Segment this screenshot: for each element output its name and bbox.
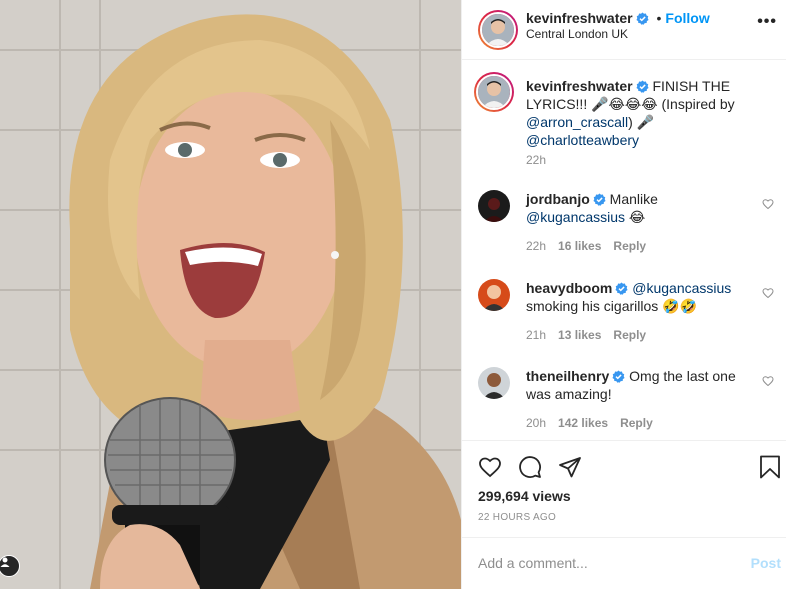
user-tag-icon [0, 557, 10, 567]
caption-text: kevinfreshwater FINISH THE LYRICS!!! 🎤😂😂… [526, 77, 758, 149]
caption-avatar[interactable] [474, 72, 514, 112]
avatar-image [478, 190, 510, 222]
post-timestamp[interactable]: 22 HOURS AGO [478, 512, 556, 523]
comment-likes[interactable]: 13 likes [558, 328, 601, 342]
comment-likes[interactable]: 16 likes [558, 239, 601, 253]
verified-badge-icon [636, 80, 649, 93]
avatar-image [478, 367, 510, 399]
author-avatar[interactable] [478, 10, 518, 50]
comment-like-heart-icon[interactable] [762, 375, 774, 387]
separator-dot: • [656, 10, 662, 26]
caption-body-2: ) 🎤 [628, 114, 655, 130]
comment-item: jordbanjo Manlike @kugancassius 😂 22h 16 … [478, 190, 778, 260]
comment-time[interactable]: 20h [526, 416, 546, 430]
comment-username[interactable]: jordbanjo [526, 191, 590, 207]
comment-icon[interactable] [518, 455, 542, 479]
caption-mention-charlotte[interactable]: @charlotteawbery [526, 132, 639, 148]
video-frame [0, 0, 461, 589]
comment-username[interactable]: theneilhenry [526, 368, 609, 384]
comment-time[interactable]: 21h [526, 328, 546, 342]
post-sidebar: kevinfreshwater • Follow Central London U… [461, 0, 786, 589]
caption: kevinfreshwater FINISH THE LYRICS!!! 🎤😂😂… [474, 72, 778, 186]
verified-badge-icon [612, 370, 625, 383]
bookmark-icon[interactable] [759, 455, 781, 479]
comment-text: jordbanjo Manlike @kugancassius 😂 [526, 190, 758, 226]
comment-body: smoking his cigarillos 🤣🤣 [526, 298, 698, 314]
comment-mention[interactable]: @kugancassius [632, 280, 731, 296]
verified-badge-icon [636, 12, 649, 25]
comment-meta: 20h 142 likes Reply [526, 416, 665, 430]
comment-body: Manlike [609, 191, 658, 207]
author-username[interactable]: kevinfreshwater [526, 10, 633, 26]
post-location[interactable]: Central London UK [526, 27, 628, 41]
avatar-image [478, 76, 510, 108]
caption-mention-arron[interactable]: @arron_crascall [526, 114, 628, 130]
view-count[interactable]: 299,694 views [478, 488, 571, 504]
comment-username[interactable]: heavydboom [526, 280, 612, 296]
comment-like-heart-icon[interactable] [762, 198, 774, 210]
reply-button[interactable]: Reply [613, 239, 646, 253]
comment-input[interactable]: Add a comment... [478, 555, 588, 571]
reply-button[interactable]: Reply [620, 416, 653, 430]
comment-text: heavydboom @kugancassius smoking his cig… [526, 279, 758, 315]
comment-mention[interactable]: @kugancassius [526, 209, 625, 225]
comment-like-heart-icon[interactable] [762, 287, 774, 299]
comment-avatar[interactable] [478, 279, 510, 311]
post-video[interactable] [0, 0, 461, 589]
header-user-line: kevinfreshwater • Follow [526, 10, 710, 26]
reply-button[interactable]: Reply [613, 328, 646, 342]
more-options-button[interactable]: ••• [757, 13, 777, 31]
heart-icon[interactable] [478, 455, 502, 479]
comment-time[interactable]: 22h [526, 239, 546, 253]
comment-likes[interactable]: 142 likes [558, 416, 608, 430]
comment-avatar[interactable] [478, 367, 510, 399]
caption-username[interactable]: kevinfreshwater [526, 78, 633, 94]
comment-item: theneilhenry Omg the last one was amazin… [478, 367, 778, 437]
caption-time[interactable]: 22h [526, 153, 546, 167]
comment-avatar[interactable] [478, 190, 510, 222]
share-icon[interactable] [558, 455, 582, 479]
follow-button[interactable]: Follow [665, 10, 709, 26]
comment-meta: 22h 16 likes Reply [526, 239, 658, 253]
post-actions: 299,694 views 22 HOURS AGO [462, 440, 786, 540]
comment-item: heavydboom @kugancassius smoking his cig… [478, 279, 778, 349]
verified-badge-icon [593, 193, 606, 206]
verified-badge-icon [615, 282, 628, 295]
avatar-image [478, 279, 510, 311]
comment-body-tail: 😂 [625, 209, 646, 225]
comment-meta: 21h 13 likes Reply [526, 328, 658, 342]
avatar-image [482, 14, 514, 46]
comment-text: theneilhenry Omg the last one was amazin… [526, 367, 758, 403]
post-header: kevinfreshwater • Follow Central London U… [462, 0, 786, 60]
comments-list[interactable]: kevinfreshwater FINISH THE LYRICS!!! 🎤😂😂… [462, 60, 786, 440]
caption-meta: 22h [526, 153, 558, 167]
comment-composer: Add a comment... Post [462, 537, 786, 589]
post-comment-button[interactable]: Post [751, 555, 781, 571]
